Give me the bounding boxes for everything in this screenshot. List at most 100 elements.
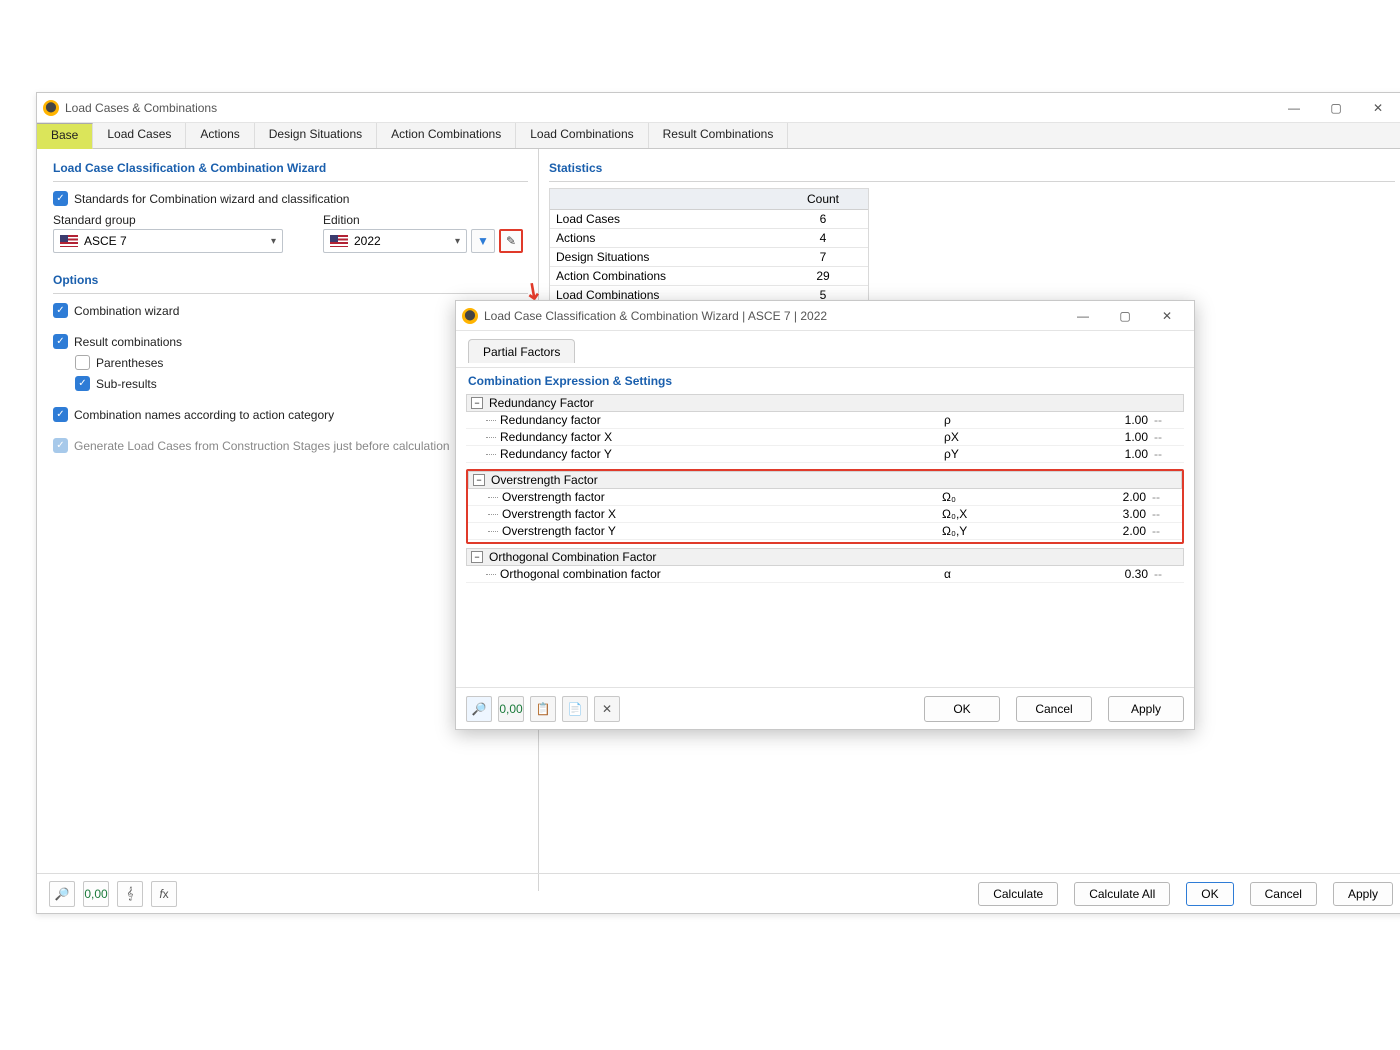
minimize-button[interactable]: — (1062, 302, 1104, 330)
factor-value[interactable]: 1.00 (1084, 447, 1154, 461)
standards-label: Standards for Combination wizard and cla… (74, 192, 349, 206)
maximize-button[interactable]: ▢ (1104, 302, 1146, 330)
chevron-down-icon: ▾ (271, 236, 276, 247)
wizard-dialog: ⬤ Load Case Classification & Combination… (455, 300, 1195, 730)
factor-group[interactable]: −Overstrength Factor (468, 471, 1182, 489)
stats-row: Load Cases6 (550, 210, 868, 229)
edition-combo[interactable]: 2022 ▾ (323, 229, 467, 253)
main-footer: 🔎 0,00 𝄞 fx Calculate Calculate All OK C… (37, 873, 1400, 913)
stats-row: Action Combinations29 (550, 267, 868, 286)
factor-value[interactable]: 1.00 (1084, 413, 1154, 427)
tab-actions[interactable]: Actions (186, 123, 254, 148)
factor-row[interactable]: Redundancy factor XρX1.00-- (466, 429, 1184, 446)
edition-label: Edition (323, 213, 523, 227)
genstages-checkbox: ✓ (53, 438, 68, 453)
close-button[interactable]: ✕ (1357, 94, 1399, 122)
count-header: Count (778, 189, 868, 209)
standards-checkbox[interactable]: ✓ (53, 191, 68, 206)
std-group-combo[interactable]: ASCE 7 ▾ (53, 229, 283, 253)
combo-wizard-checkbox[interactable]: ✓ (53, 303, 68, 318)
units-icon[interactable]: 0,00 (498, 696, 524, 722)
subresults-label: Sub-results (96, 377, 157, 391)
tab-design-situations[interactable]: Design Situations (255, 123, 377, 148)
stats-row: Design Situations7 (550, 248, 868, 267)
subresults-checkbox[interactable]: ✓ (75, 376, 90, 391)
script-icon[interactable]: 𝄞 (117, 881, 143, 907)
collapse-icon[interactable]: − (473, 474, 485, 486)
options-section-head: Options (53, 269, 528, 294)
ok-button[interactable]: OK (924, 696, 1000, 722)
us-flag-icon (330, 235, 348, 247)
us-flag-icon (60, 235, 78, 247)
main-titlebar: ⬤ Load Cases & Combinations — ▢ ✕ (37, 93, 1400, 123)
delete-icon[interactable]: ✕ (594, 696, 620, 722)
factor-group[interactable]: −Orthogonal Combination Factor (466, 548, 1184, 566)
cancel-button[interactable]: Cancel (1250, 882, 1317, 906)
group-label: Orthogonal Combination Factor (489, 550, 656, 564)
wizard-section-head: Load Case Classification & Combination W… (53, 157, 528, 182)
wizard-footer: 🔎 0,00 📋 📄 ✕ OK Cancel Apply (456, 687, 1194, 729)
result-comb-label: Result combinations (74, 335, 182, 349)
filter-icon[interactable]: ▼ (471, 229, 495, 253)
edit-settings-icon[interactable]: ✎ (499, 229, 523, 253)
partial-factors-tab[interactable]: Partial Factors (468, 339, 575, 363)
factor-row[interactable]: Overstrength factorΩ₀2.00-- (468, 489, 1182, 506)
group-label: Overstrength Factor (491, 473, 598, 487)
calculate-button[interactable]: Calculate (978, 882, 1058, 906)
minimize-button[interactable]: — (1273, 94, 1315, 122)
stats-row: Actions4 (550, 229, 868, 248)
combo-expr-head: Combination Expression & Settings (456, 367, 1194, 390)
group-label: Redundancy Factor (489, 396, 594, 410)
tab-action-combinations[interactable]: Action Combinations (377, 123, 516, 148)
help-icon[interactable]: 🔎 (49, 881, 75, 907)
std-group-label: Standard group (53, 213, 283, 227)
names-checkbox[interactable]: ✓ (53, 407, 68, 422)
collapse-icon[interactable]: − (471, 551, 483, 563)
result-comb-checkbox[interactable]: ✓ (53, 334, 68, 349)
apply-button[interactable]: Apply (1333, 882, 1393, 906)
maximize-button[interactable]: ▢ (1315, 94, 1357, 122)
chevron-down-icon: ▾ (455, 236, 460, 247)
factor-row[interactable]: Redundancy factor YρY1.00-- (466, 446, 1184, 463)
factors-tree: −Redundancy FactorRedundancy factorρ1.00… (456, 394, 1194, 583)
factor-value[interactable]: 1.00 (1084, 430, 1154, 444)
app-icon: ⬤ (43, 100, 59, 116)
main-tabs: BaseLoad CasesActionsDesign SituationsAc… (37, 123, 1400, 149)
help-icon[interactable]: 🔎 (466, 696, 492, 722)
collapse-icon[interactable]: − (471, 397, 483, 409)
app-icon: ⬤ (462, 308, 478, 324)
tab-load-combinations[interactable]: Load Combinations (516, 123, 648, 148)
factor-value[interactable]: 3.00 (1082, 507, 1152, 521)
factor-row[interactable]: Redundancy factorρ1.00-- (466, 412, 1184, 429)
factor-group[interactable]: −Redundancy Factor (466, 394, 1184, 412)
tab-load-cases[interactable]: Load Cases (93, 123, 186, 148)
fx-icon[interactable]: fx (151, 881, 177, 907)
tab-base[interactable]: Base (37, 123, 93, 149)
copy-icon[interactable]: 📋 (530, 696, 556, 722)
factor-value[interactable]: 2.00 (1082, 524, 1152, 538)
factor-row[interactable]: Overstrength factor YΩ₀,Y2.00-- (468, 523, 1182, 540)
factor-row[interactable]: Orthogonal combination factorα0.30-- (466, 566, 1184, 583)
parentheses-checkbox[interactable] (75, 355, 90, 370)
std-group-value: ASCE 7 (84, 234, 127, 248)
wizard-titlebar: ⬤ Load Case Classification & Combination… (456, 301, 1194, 331)
tab-result-combinations[interactable]: Result Combinations (649, 123, 789, 148)
factor-row[interactable]: Overstrength factor XΩ₀,X3.00-- (468, 506, 1182, 523)
paste-icon[interactable]: 📄 (562, 696, 588, 722)
wizard-title: Load Case Classification & Combination W… (484, 309, 827, 323)
statistics-head: Statistics (549, 157, 1395, 182)
main-title: Load Cases & Combinations (65, 101, 217, 115)
edition-value: 2022 (354, 234, 381, 248)
parentheses-label: Parentheses (96, 356, 163, 370)
calculate-all-button[interactable]: Calculate All (1074, 882, 1170, 906)
names-label: Combination names according to action ca… (74, 408, 334, 422)
units-icon[interactable]: 0,00 (83, 881, 109, 907)
cancel-button[interactable]: Cancel (1016, 696, 1092, 722)
combo-wizard-label: Combination wizard (74, 304, 179, 318)
apply-button[interactable]: Apply (1108, 696, 1184, 722)
genstages-label: Generate Load Cases from Construction St… (74, 439, 450, 453)
close-button[interactable]: ✕ (1146, 302, 1188, 330)
factor-value[interactable]: 2.00 (1082, 490, 1152, 504)
ok-button[interactable]: OK (1186, 882, 1233, 906)
factor-value[interactable]: 0.30 (1084, 567, 1154, 581)
